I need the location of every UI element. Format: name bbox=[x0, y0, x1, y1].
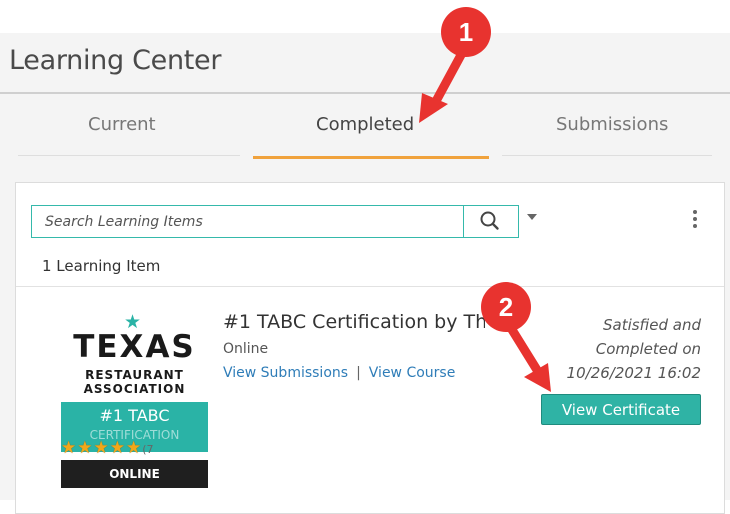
search-button[interactable] bbox=[463, 206, 519, 237]
search-input[interactable] bbox=[32, 206, 462, 237]
tab-current[interactable]: Current bbox=[88, 114, 156, 135]
tab-separator-line bbox=[18, 155, 240, 156]
tab-bar: Current Completed Submissions bbox=[0, 94, 730, 160]
sort-dropdown-icon[interactable] bbox=[526, 213, 538, 221]
status-line: Completed on bbox=[595, 340, 701, 358]
logo-text: TEXAS bbox=[73, 329, 196, 365]
search-icon bbox=[480, 211, 499, 230]
annotation-badge-1: 1 bbox=[441, 7, 491, 57]
tab-submissions[interactable]: Submissions bbox=[556, 114, 668, 135]
tab-completed[interactable]: Completed bbox=[316, 114, 414, 135]
tab-separator-line bbox=[502, 155, 712, 156]
format-badge: ONLINE bbox=[61, 460, 208, 488]
logo-text: RESTAURANT bbox=[85, 368, 184, 382]
rating-count: (7 bbox=[142, 443, 154, 456]
rating-stars-icon: ★★★★★(7 bbox=[61, 438, 154, 458]
course-title[interactable]: #1 TABC Certification by Th bbox=[223, 311, 485, 337]
annotation-badge-2: 2 bbox=[481, 282, 531, 332]
view-submissions-link[interactable]: View Submissions bbox=[223, 365, 348, 381]
more-options-icon[interactable] bbox=[693, 210, 697, 231]
completion-status: Satisfied and Completed on 10/26/2021 16… bbox=[516, 313, 701, 385]
thumbnail-title: #1 TABC bbox=[99, 406, 170, 425]
active-tab-indicator bbox=[253, 156, 489, 159]
course-type: Online bbox=[223, 341, 269, 357]
view-certificate-button[interactable]: View Certificate bbox=[541, 394, 701, 425]
logo-text: ASSOCIATION bbox=[83, 382, 186, 396]
course-links: View Submissions | View Course bbox=[223, 365, 455, 381]
result-count: 1 Learning Item bbox=[42, 257, 161, 275]
completion-date: 10/26/2021 16:02 bbox=[566, 364, 701, 382]
page-title: Learning Center bbox=[9, 45, 222, 76]
rating-stars: ★★★★★ bbox=[61, 438, 143, 458]
link-separator: | bbox=[356, 365, 361, 381]
view-course-link[interactable]: View Course bbox=[369, 365, 456, 381]
status-line: Satisfied and bbox=[602, 316, 701, 334]
course-thumbnail[interactable]: ★ TEXAS RESTAURANT ASSOCIATION #1 TABC C… bbox=[59, 310, 210, 490]
search-box bbox=[31, 205, 519, 238]
list-divider bbox=[16, 286, 724, 287]
learning-items-panel: 1 Learning Item ★ TEXAS RESTAURANT ASSOC… bbox=[15, 182, 725, 514]
page-header: Learning Center bbox=[0, 33, 730, 93]
